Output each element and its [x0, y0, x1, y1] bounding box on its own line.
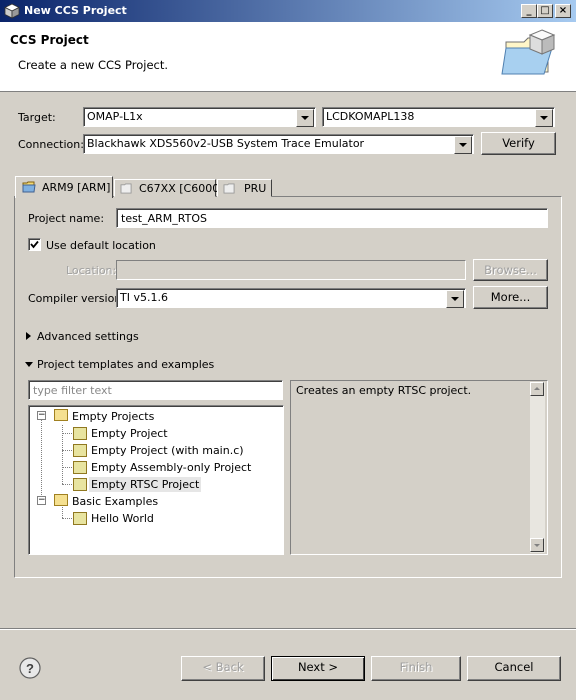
- project-template-icon: [73, 427, 87, 440]
- ccs-app-icon: [4, 3, 20, 19]
- tree-guide-line: [62, 467, 72, 468]
- tab-label: PRU: [244, 182, 267, 195]
- compiler-version-value: TI v5.1.6: [120, 291, 168, 304]
- project-template-icon: [73, 461, 87, 474]
- target-family-select[interactable]: OMAP-L1x: [83, 107, 316, 127]
- tab-arm9[interactable]: ARM9 [ARM]: [15, 176, 113, 198]
- project-group-icon: [54, 494, 68, 506]
- project-template-icon: [73, 478, 87, 491]
- collapse-node-icon[interactable]: −: [37, 411, 46, 420]
- template-description-text: Creates an empty RTSC project.: [296, 384, 472, 397]
- close-button[interactable]: ×: [555, 4, 571, 18]
- tree-item-empty-project[interactable]: Empty Project: [91, 427, 168, 440]
- cancel-label: Cancel: [494, 660, 534, 674]
- footer-separator: [0, 628, 576, 630]
- folder-icon: [223, 183, 235, 194]
- template-description-panel: [290, 380, 548, 555]
- chevron-down-icon[interactable]: [535, 109, 553, 127]
- location-input[interactable]: [116, 260, 466, 280]
- minimize-button[interactable]: _: [521, 4, 537, 18]
- tree-item-empty-project-main[interactable]: Empty Project (with main.c): [91, 444, 244, 457]
- scroll-down-icon[interactable]: [530, 538, 544, 552]
- tab-label: C67XX [C6000]: [139, 182, 224, 195]
- scroll-up-icon[interactable]: [530, 382, 544, 396]
- connection-label: Connection:: [18, 138, 84, 151]
- finish-button[interactable]: Finish: [371, 656, 461, 681]
- tab-c67xx[interactable]: C67XX [C6000]: [114, 179, 224, 197]
- project-template-icon: [73, 444, 87, 457]
- tree-guide-line: [62, 507, 63, 518]
- back-label: < Back: [202, 660, 244, 674]
- maximize-button[interactable]: □: [537, 4, 553, 18]
- tree-guide-line: [62, 484, 72, 485]
- description-scrollbar[interactable]: [530, 382, 545, 553]
- verify-label: Verify: [502, 136, 535, 150]
- chevron-down-icon[interactable]: [296, 109, 314, 127]
- project-name-input[interactable]: test_ARM_RTOS: [116, 208, 548, 228]
- browse-button[interactable]: Browse...: [473, 259, 548, 281]
- template-filter-input[interactable]: type filter text: [28, 380, 283, 400]
- tree-item-empty-assembly-project[interactable]: Empty Assembly-only Project: [91, 461, 251, 474]
- tree-guide-line: [62, 450, 72, 451]
- chevron-down-icon[interactable]: [446, 290, 464, 308]
- connection-select[interactable]: Blackhawk XDS560v2-USB System Trace Emul…: [83, 134, 474, 154]
- collapse-arrow-icon[interactable]: [25, 362, 33, 367]
- location-label: Location:: [66, 264, 117, 277]
- tree-item-hello-world[interactable]: Hello World: [91, 512, 154, 525]
- verify-button[interactable]: Verify: [481, 132, 556, 155]
- folder-icon: [22, 181, 36, 193]
- tree-group-empty-projects[interactable]: Empty Projects: [72, 410, 154, 423]
- tree-guide-line: [41, 420, 42, 501]
- wizard-banner-folder-icon: [501, 29, 556, 75]
- next-label: Next >: [297, 660, 339, 674]
- page-subtitle: Create a new CCS Project.: [18, 58, 169, 72]
- window-title: New CCS Project: [24, 4, 127, 17]
- compiler-version-select[interactable]: TI v5.1.6: [116, 288, 466, 308]
- use-default-location-checkbox[interactable]: [28, 238, 41, 251]
- project-name-value: test_ARM_RTOS: [121, 212, 207, 225]
- checkmark-icon: [30, 240, 39, 249]
- tab-pru[interactable]: PRU: [217, 179, 272, 197]
- template-filter-placeholder: type filter text: [33, 384, 112, 397]
- help-icon[interactable]: ?: [19, 657, 41, 679]
- more-button[interactable]: More...: [473, 286, 548, 309]
- expand-arrow-icon[interactable]: [26, 332, 31, 340]
- target-family-value: OMAP-L1x: [87, 110, 143, 123]
- back-button[interactable]: < Back: [181, 656, 265, 681]
- project-name-label: Project name:: [28, 212, 105, 225]
- tree-item-empty-rtsc-project[interactable]: Empty RTSC Project: [89, 477, 202, 492]
- target-board-value: LCDKOMAPL138: [326, 110, 415, 123]
- compiler-version-label: Compiler version:: [28, 292, 126, 305]
- browse-label: Browse...: [484, 263, 537, 277]
- project-template-icon: [73, 512, 87, 525]
- advanced-settings-toggle[interactable]: Advanced settings: [37, 330, 139, 343]
- tree-guide-line: [62, 518, 72, 519]
- tree-guide-line: [62, 433, 72, 434]
- connection-value: Blackhawk XDS560v2-USB System Trace Emul…: [87, 137, 365, 150]
- collapse-node-icon[interactable]: −: [37, 496, 46, 505]
- next-button[interactable]: Next >: [271, 656, 365, 681]
- target-label: Target:: [18, 111, 56, 124]
- target-board-select[interactable]: LCDKOMAPL138: [322, 107, 555, 127]
- tab-label: ARM9 [ARM]: [42, 181, 111, 194]
- chevron-down-icon[interactable]: [454, 136, 472, 154]
- folder-icon: [120, 183, 132, 194]
- finish-label: Finish: [399, 660, 433, 674]
- project-group-icon: [54, 409, 68, 421]
- templates-section-toggle[interactable]: Project templates and examples: [37, 358, 214, 371]
- cancel-button[interactable]: Cancel: [467, 656, 561, 681]
- more-label: More...: [490, 290, 531, 304]
- use-default-location-label: Use default location: [46, 239, 156, 252]
- svg-text:?: ?: [26, 661, 34, 676]
- page-title: CCS Project: [10, 33, 89, 47]
- tree-group-basic-examples[interactable]: Basic Examples: [72, 495, 158, 508]
